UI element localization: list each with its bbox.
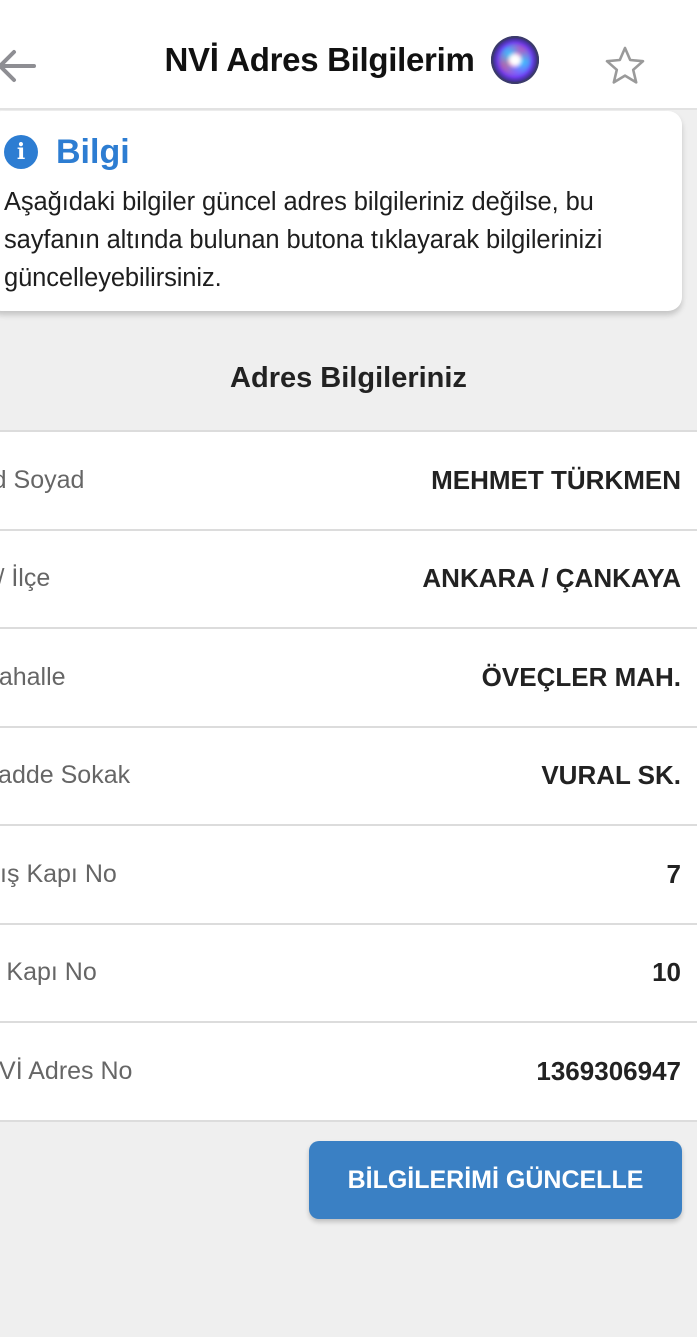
row-label: Mahalle [0,662,66,691]
info-card: i Bilgi Aşağıdaki bilgiler güncel adres … [0,111,682,311]
table-row: Mahalle ÖVEÇLER MAH. [0,629,697,728]
navigation-header: NVİ Adres Bilgilerim [0,0,697,110]
siri-icon[interactable] [490,36,539,84]
info-header: i Bilgi [4,131,668,173]
info-icon: i [4,135,38,169]
row-value: MEHMET TÜRKMEN [431,464,681,495]
update-info-button[interactable]: BİLGİLERİMİ GÜNCELLE [309,1141,682,1219]
row-label: İl / İlçe [0,564,51,593]
row-label: İç Kapı No [0,958,97,987]
row-label: Cadde Sokak [0,761,131,790]
table-row: NVİ Adres No 1369306947 [0,1023,697,1122]
title-group: NVİ Adres Bilgilerim [0,36,697,84]
row-value: VURAL SK. [541,760,681,791]
row-value: ANKARA / ÇANKAYA [422,563,681,594]
info-title: Bilgi [56,132,130,171]
table-row: Dış Kapı No 7 [0,826,697,925]
info-text: Aşağıdaki bilgiler güncel adres bilgiler… [4,188,603,292]
row-label: NVİ Adres No [0,1056,133,1085]
star-outline-icon [605,46,645,84]
row-value: 10 [652,957,681,988]
row-value: ÖVEÇLER MAH. [481,661,681,692]
table-row: İç Kapı No 10 [0,925,697,1023]
favorite-button[interactable] [601,42,649,90]
page: NVİ Adres Bilgilerim i Bilgi Aşağıdaki b… [0,0,697,1337]
page-title: NVİ Adres Bilgilerim [164,41,475,78]
row-value: 7 [666,858,681,889]
row-label: Dış Kapı No [0,859,117,888]
row-label: Ad Soyad [0,465,85,494]
row-value: 1369306947 [536,1055,681,1086]
address-table: Ad Soyad MEHMET TÜRKMEN İl / İlçe ANKARA… [0,430,697,1122]
table-row: İl / İlçe ANKARA / ÇANKAYA [0,531,697,629]
section-title: Adres Bilgileriniz [230,362,467,394]
table-row: Cadde Sokak VURAL SK. [0,728,697,826]
table-row: Ad Soyad MEHMET TÜRKMEN [0,432,697,531]
